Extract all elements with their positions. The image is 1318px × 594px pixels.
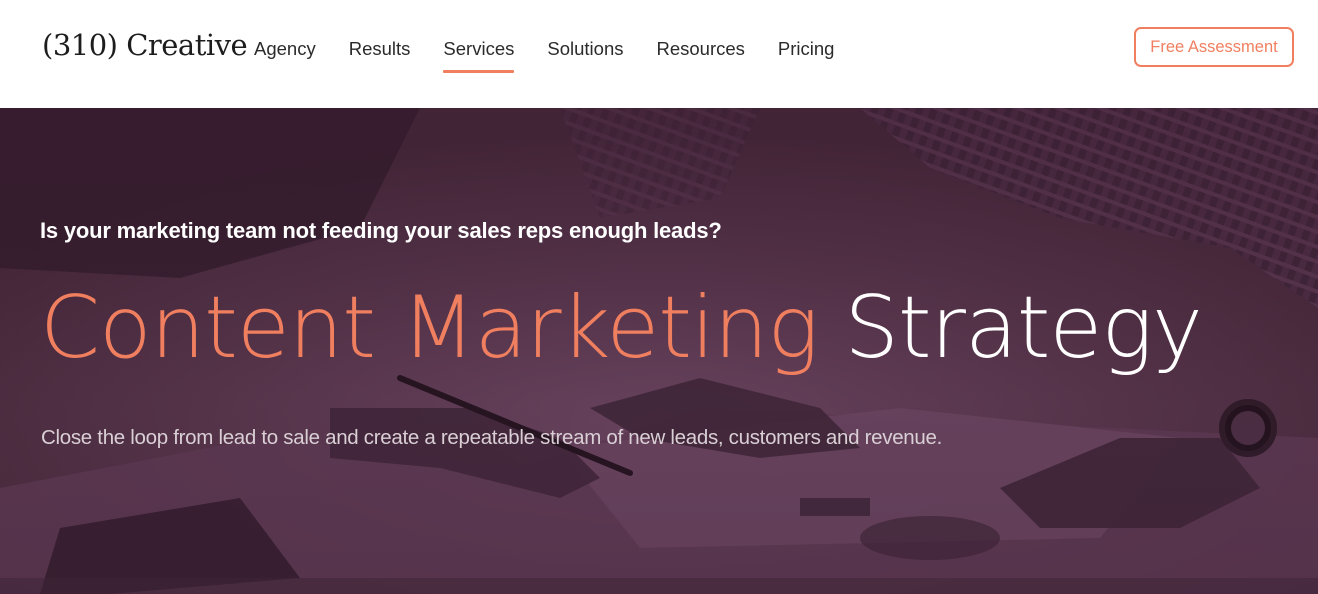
logo[interactable]: (310) Creative bbox=[42, 28, 248, 62]
hero-eyebrow: Is your marketing team not feeding your … bbox=[40, 218, 722, 243]
site-header: (310) Creative Agency Results Services S… bbox=[0, 0, 1318, 108]
hero-subhead: Close the loop from lead to sale and cre… bbox=[41, 426, 943, 449]
nav-item-services[interactable]: Services bbox=[443, 36, 514, 73]
nav-item-solutions[interactable]: Solutions bbox=[547, 36, 623, 62]
nav-item-agency[interactable]: Agency bbox=[254, 36, 316, 62]
free-assessment-button[interactable]: Free Assessment bbox=[1134, 27, 1294, 67]
headline-accent: Content Marketing bbox=[40, 278, 819, 378]
hero-headline: Content Marketing Strategy bbox=[40, 278, 1203, 378]
nav-item-resources[interactable]: Resources bbox=[656, 36, 744, 62]
nav-item-results[interactable]: Results bbox=[349, 36, 411, 62]
headline-rest: Strategy bbox=[844, 278, 1202, 378]
nav-item-pricing[interactable]: Pricing bbox=[778, 36, 835, 62]
main-nav: Agency Results Services Solutions Resour… bbox=[254, 36, 867, 73]
hero-section: Is your marketing team not feeding your … bbox=[0, 108, 1318, 594]
